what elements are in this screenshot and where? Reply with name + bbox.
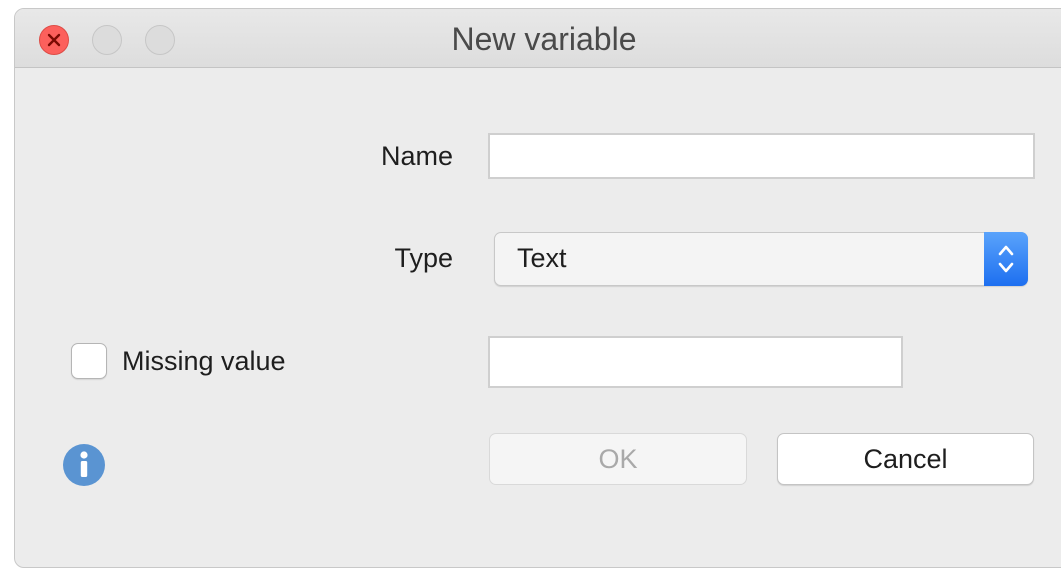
type-label: Type <box>394 243 453 273</box>
dialog-window: New variable Name Type Text Missing valu… <box>14 8 1061 568</box>
cancel-button[interactable]: Cancel <box>777 433 1034 485</box>
type-stepper[interactable] <box>984 232 1028 286</box>
name-label: Name <box>380 141 453 171</box>
info-icon[interactable] <box>63 444 105 486</box>
missing-value-label: Missing value <box>122 346 286 376</box>
type-selected-value: Text <box>517 243 567 273</box>
name-field[interactable] <box>488 133 1035 179</box>
window-title: New variable <box>451 21 637 57</box>
title-bar[interactable]: New variable <box>15 9 1061 68</box>
type-select[interactable]: Text <box>494 232 1028 286</box>
ok-button[interactable]: OK <box>489 433 747 485</box>
missing-value-field[interactable] <box>488 336 903 388</box>
missing-value-checkbox[interactable] <box>71 343 107 379</box>
chevron-updown-icon <box>998 245 1014 273</box>
